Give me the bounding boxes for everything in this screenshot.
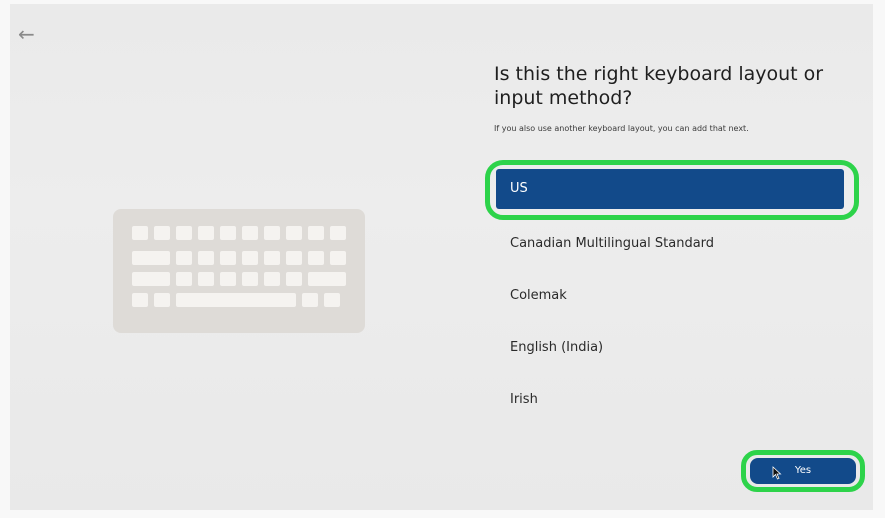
mouse-pointer-icon: [772, 466, 782, 480]
page-subtitle: If you also use another keyboard layout,…: [494, 124, 749, 133]
yes-button[interactable]: Yes: [750, 458, 856, 484]
oobe-screen: ← Is this the right keyboard layout or i…: [0, 0, 885, 518]
layout-option-english-india[interactable]: English (India): [496, 328, 844, 368]
layout-option-canadian-multilingual[interactable]: Canadian Multilingual Standard: [496, 224, 844, 264]
layout-option-us[interactable]: US: [496, 169, 844, 209]
layout-option-colemak[interactable]: Colemak: [496, 276, 844, 316]
keyboard-icon: [113, 209, 365, 333]
back-arrow-icon[interactable]: ←: [18, 22, 42, 46]
layout-option-irish[interactable]: Irish: [496, 380, 844, 420]
page-title: Is this the right keyboard layout or inp…: [494, 63, 824, 109]
